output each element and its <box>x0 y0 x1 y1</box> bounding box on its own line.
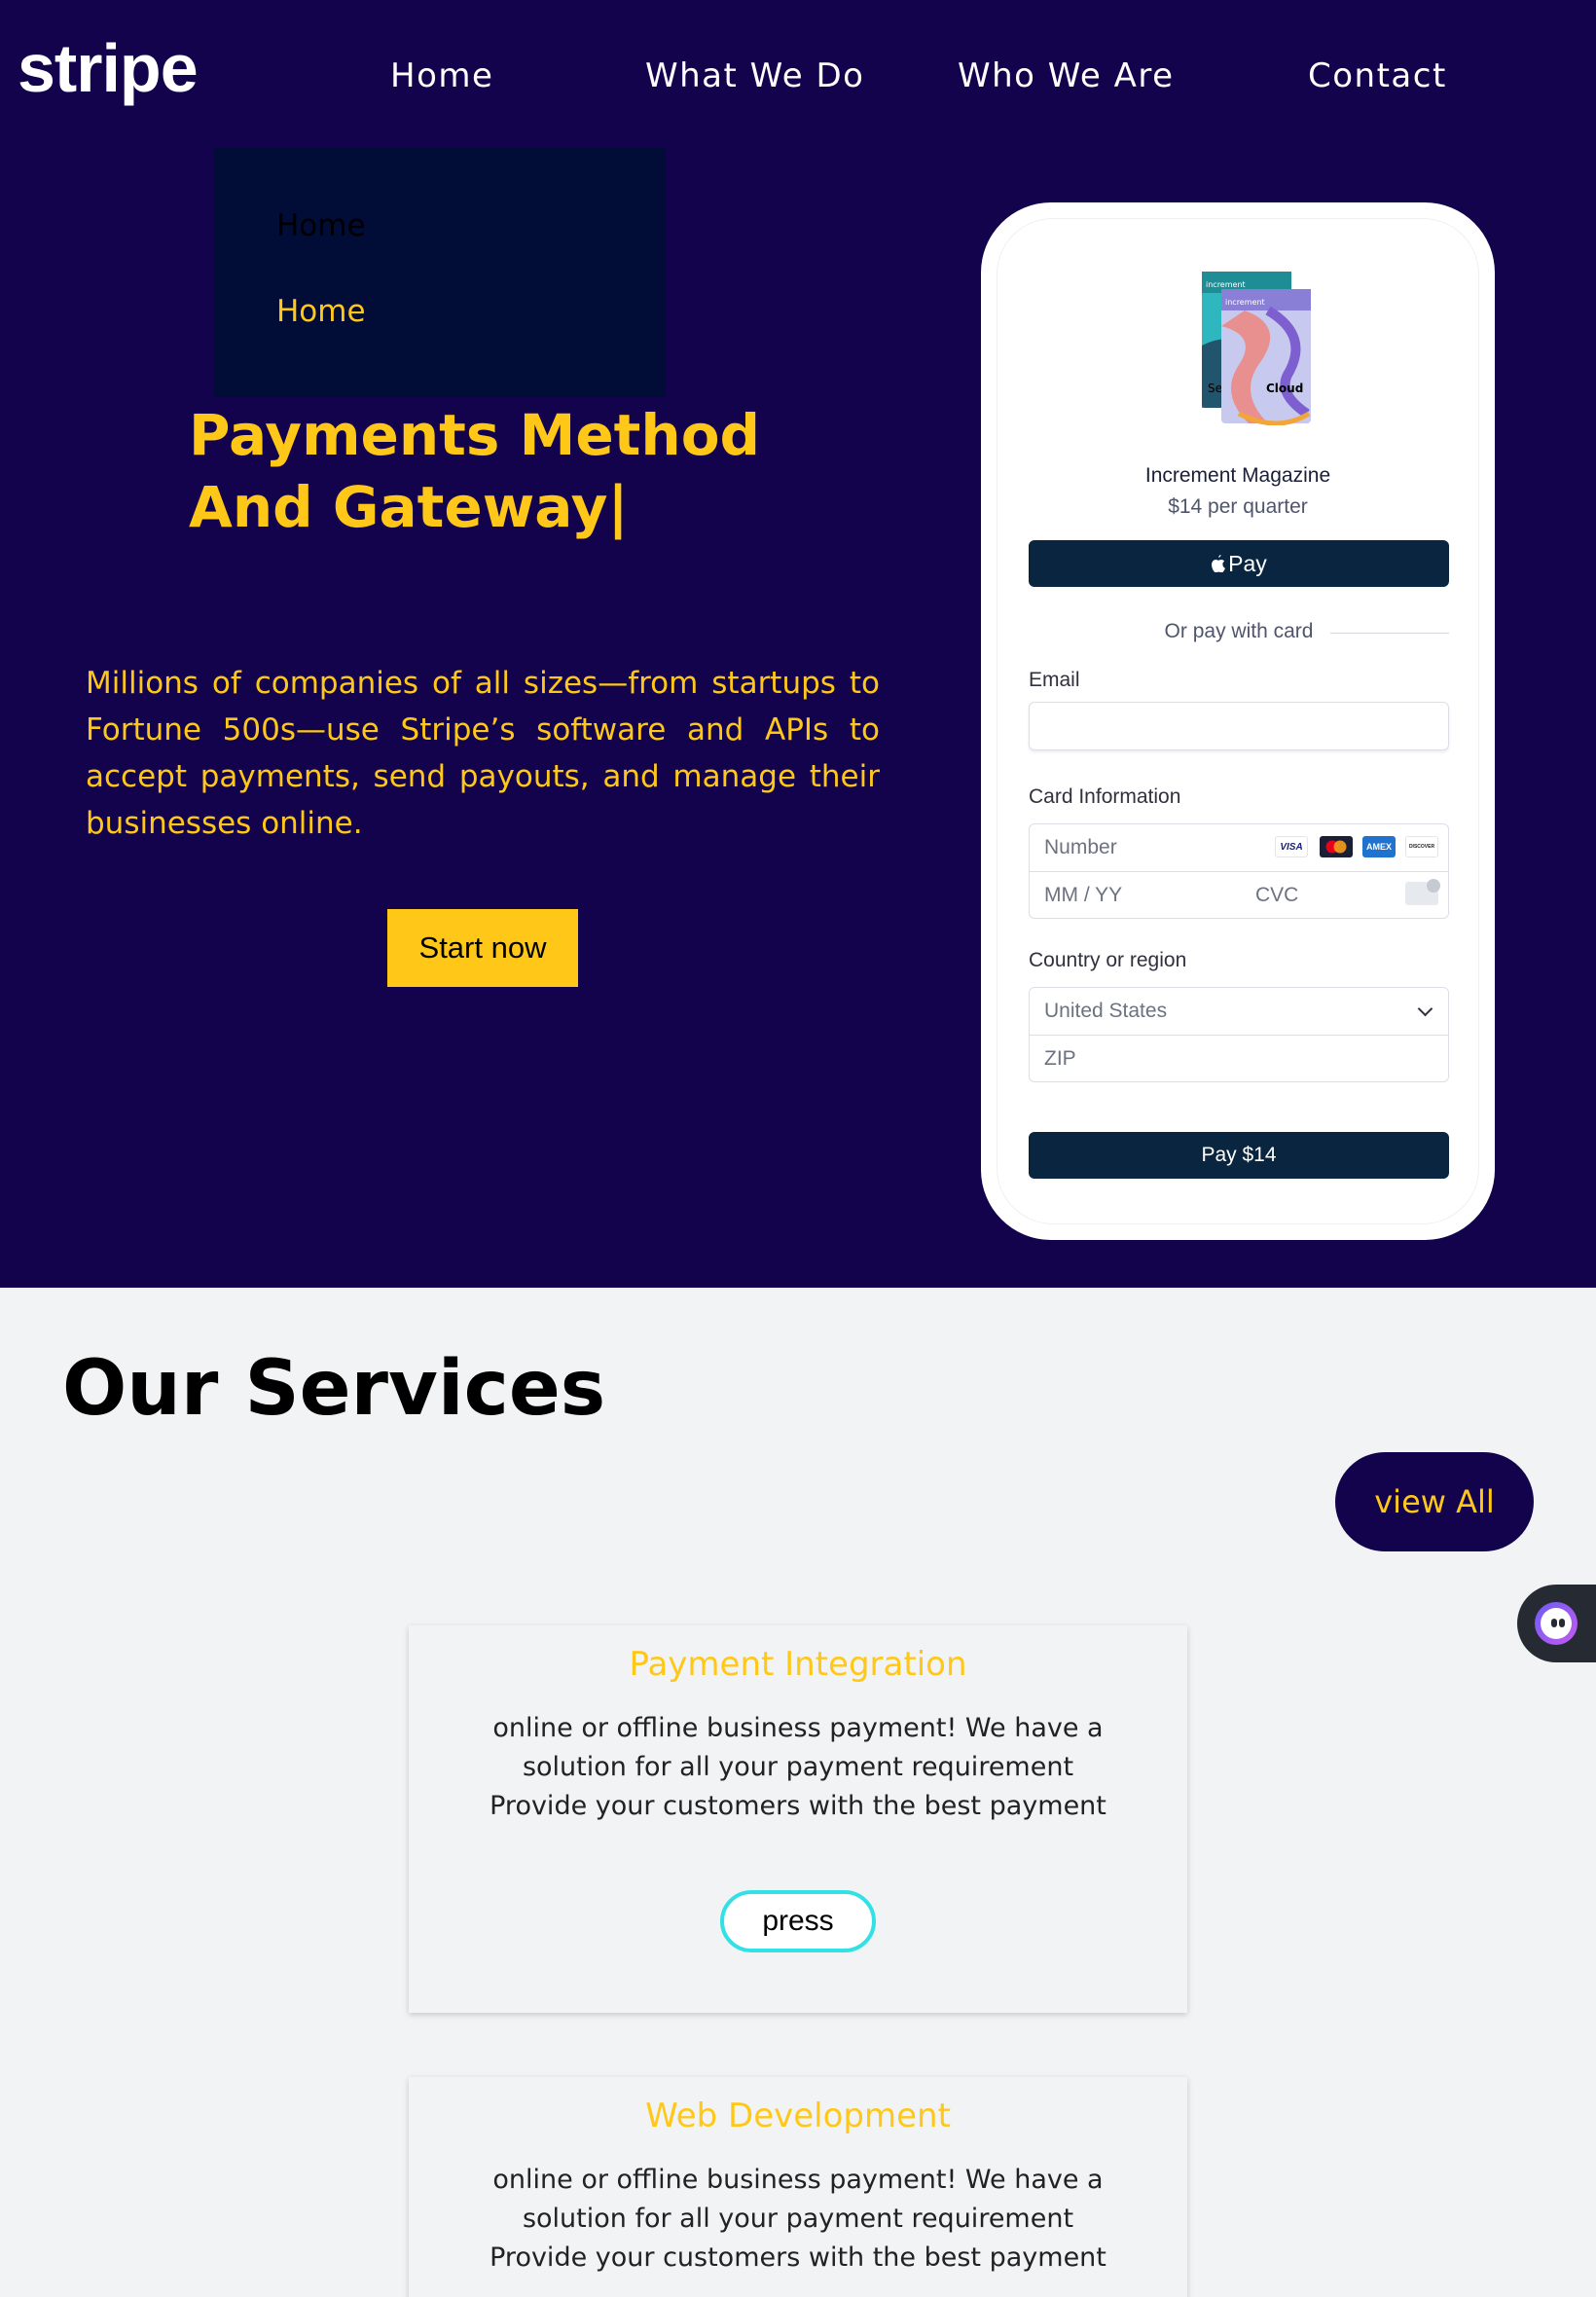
hero-section: stripe Home What We Do Who We Are Contac… <box>0 0 1596 1288</box>
product-price: $14 per quarter <box>1168 495 1308 518</box>
country-region-label: Country or region <box>1029 949 1187 971</box>
nav-what-we-do[interactable]: What We Do <box>645 56 864 95</box>
hero-title: Payments Method And Gateway| <box>189 402 761 540</box>
mastercard-icon <box>1320 836 1353 857</box>
checkout-phone-mockup: increment Se increment Cloud Increment M… <box>981 202 1495 1240</box>
hero-description: Millions of companies of all sizes—from … <box>86 666 880 841</box>
nav-dropdown-menu: Home Home <box>214 148 666 397</box>
svg-text:Se: Se <box>1208 382 1222 395</box>
assistant-eye-left <box>1551 1619 1557 1627</box>
discover-icon: DISCOVER <box>1405 836 1438 857</box>
card-field-divider <box>1030 871 1448 872</box>
apple-pay-label: Pay <box>1228 550 1267 576</box>
services-title: Our Services <box>62 1345 606 1433</box>
cvc-card-icon <box>1405 879 1440 905</box>
nav-who-we-are[interactable]: Who We Are <box>958 56 1175 95</box>
card-information-field: Number VISA AMEX DISCOVER MM / YY CVC <box>1029 823 1449 919</box>
start-now-button[interactable]: Start now <box>387 909 578 987</box>
dropdown-item-home[interactable]: Home <box>276 208 366 243</box>
svg-text:Cloud: Cloud <box>1266 382 1303 395</box>
dropdown-item-home[interactable]: Home <box>276 294 366 329</box>
country-select[interactable]: United States <box>1044 1000 1167 1023</box>
checkout-form: increment Se increment Cloud Increment M… <box>997 218 1479 1224</box>
card-number-input[interactable]: Number <box>1044 836 1117 859</box>
email-field[interactable] <box>1029 702 1449 750</box>
email-label: Email <box>1029 669 1080 691</box>
card-information-label: Card Information <box>1029 785 1181 808</box>
service-card-description: online or offline business payment! We h… <box>490 2165 1106 2273</box>
assistant-face-icon <box>1535 1602 1578 1645</box>
cvc-input[interactable]: CVC <box>1255 884 1298 907</box>
service-card: Payment Integration online or offline bu… <box>409 1625 1187 2013</box>
service-card-title: Web Development <box>645 2096 951 2135</box>
pay-button[interactable]: Pay $14 <box>1029 1132 1449 1179</box>
floating-assistant-widget[interactable] <box>1517 1585 1596 1662</box>
nav-contact[interactable]: Contact <box>1308 56 1447 95</box>
amex-icon: AMEX <box>1362 836 1396 857</box>
or-divider: Or pay with card <box>1029 620 1449 645</box>
product-name: Increment Magazine <box>1144 464 1331 487</box>
assistant-eye-right <box>1559 1619 1565 1627</box>
view-all-button[interactable]: view All <box>1335 1452 1534 1551</box>
magazine-cover-image: increment Se increment Cloud <box>1202 272 1311 425</box>
or-pay-with-card-text: Or pay with card <box>1164 620 1314 642</box>
service-card-title: Payment Integration <box>629 1645 967 1684</box>
press-button[interactable]: press <box>720 1890 876 1952</box>
divider-line <box>1330 633 1449 634</box>
apple-icon <box>1212 555 1226 572</box>
svg-text:increment: increment <box>1206 280 1246 289</box>
visa-icon: VISA <box>1275 836 1308 857</box>
expiry-input[interactable]: MM / YY <box>1044 884 1122 907</box>
zip-input[interactable]: ZIP <box>1044 1047 1076 1071</box>
service-card: Web Development online or offline busine… <box>409 2077 1187 2297</box>
address-field-group: United States ZIP <box>1029 987 1449 1082</box>
nav-home[interactable]: Home <box>390 56 493 95</box>
service-card-description: online or offline business payment! We h… <box>490 1713 1106 1821</box>
address-field-divider <box>1030 1035 1448 1036</box>
apple-pay-button[interactable]: Pay <box>1029 540 1449 587</box>
svg-text:increment: increment <box>1225 298 1265 307</box>
stripe-logo[interactable]: stripe <box>18 29 199 107</box>
chevron-down-icon[interactable] <box>1417 1001 1433 1017</box>
